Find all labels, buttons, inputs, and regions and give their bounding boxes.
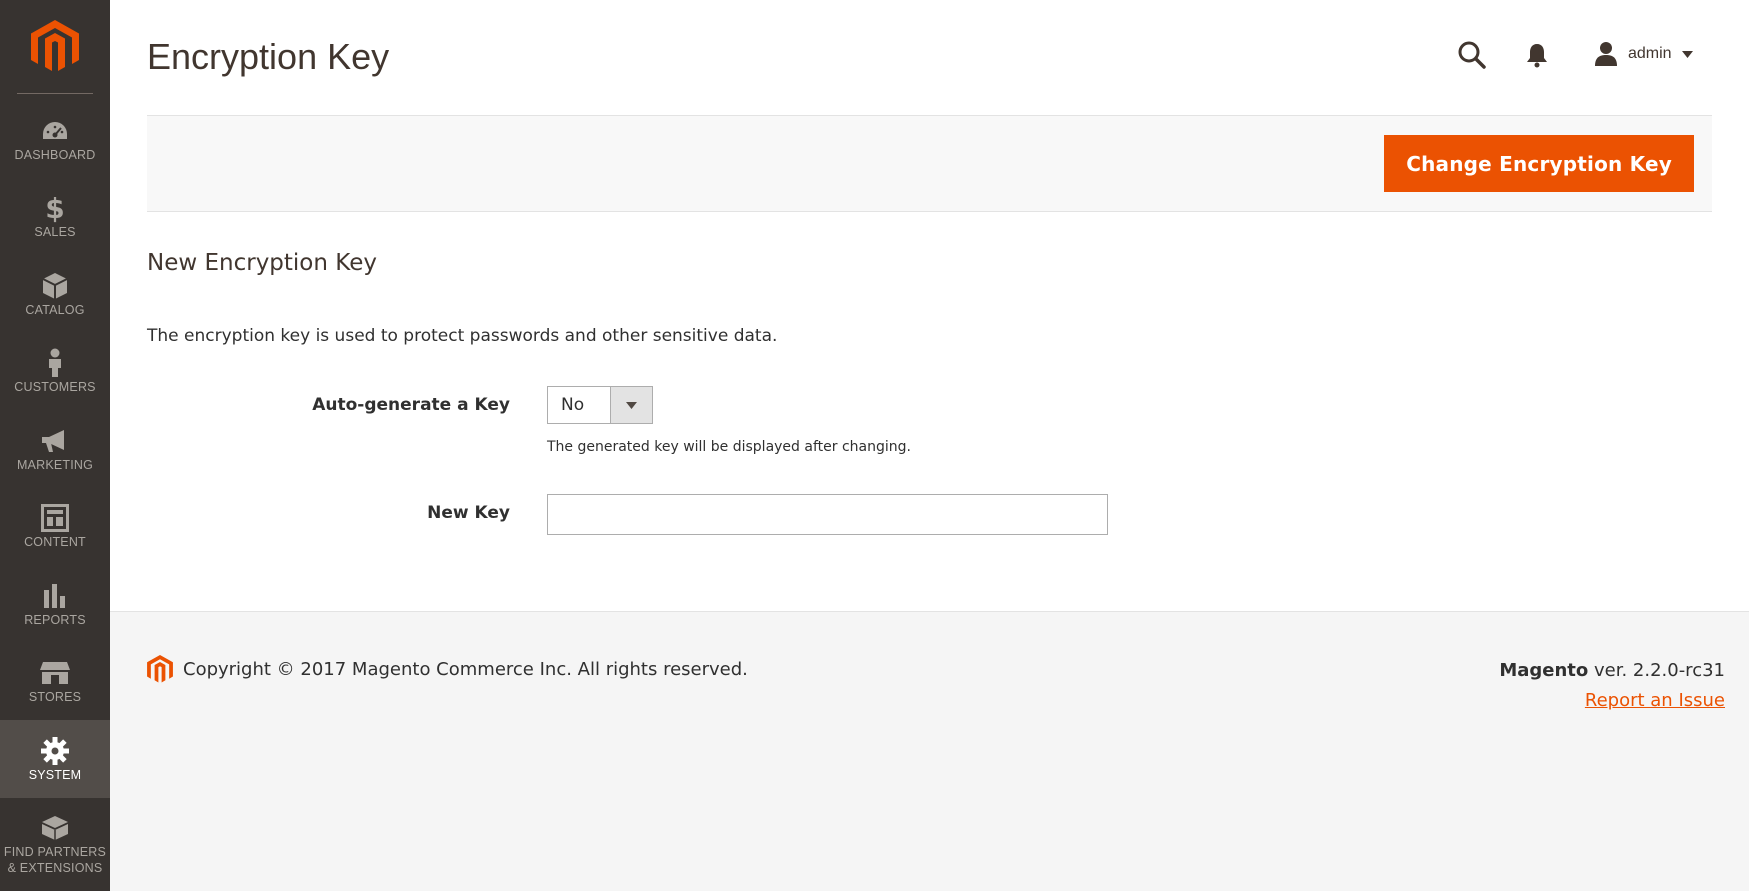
- sidebar-item-customers[interactable]: CUSTOMERS: [0, 333, 110, 411]
- select-value: No: [561, 395, 585, 415]
- magento-logo-icon: [147, 655, 173, 683]
- sidebar-item-reports[interactable]: REPORTS: [0, 565, 110, 643]
- sidebar-item-find-partners[interactable]: FIND PARTNERS & EXTENSIONS: [0, 798, 110, 890]
- sidebar-item-label: SALES: [34, 225, 76, 240]
- page-title: Encryption Key: [147, 36, 390, 77]
- notifications-button[interactable]: [1525, 42, 1549, 68]
- dashboard-gauge-icon: [40, 115, 70, 147]
- sidebar-item-label: CATALOG: [25, 302, 85, 317]
- admin-sidebar: DASHBOARD $ SALES CATALOG CUSTOMERS MARK…: [0, 0, 110, 891]
- sidebar-item-catalog[interactable]: CATALOG: [0, 255, 110, 333]
- gear-icon: [40, 735, 70, 767]
- field-note: The generated key will be displayed afte…: [547, 439, 911, 455]
- sidebar-item-content[interactable]: CONTENT: [0, 488, 110, 566]
- layout-icon: [41, 502, 69, 534]
- main-content: Encryption Key admin Change Encryption K…: [110, 0, 1749, 611]
- new-key-input[interactable]: [547, 494, 1108, 535]
- sidebar-item-system[interactable]: SYSTEM: [0, 720, 110, 798]
- global-search-button[interactable]: [1457, 40, 1487, 70]
- sidebar-item-label: MARKETING: [16, 457, 94, 472]
- bar-chart-icon: [42, 580, 68, 612]
- search-icon: [1458, 41, 1486, 69]
- version-text: ver. 2.2.0-rc31: [1588, 660, 1725, 681]
- blocks-icon: [40, 812, 70, 844]
- change-encryption-key-button[interactable]: Change Encryption Key: [1384, 135, 1694, 192]
- magento-logo[interactable]: [0, 0, 110, 92]
- sidebar-item-sales[interactable]: $ SALES: [0, 178, 110, 256]
- dollar-icon: $: [45, 191, 65, 225]
- person-icon: [46, 347, 64, 379]
- sidebar-item-label: STORES: [28, 690, 82, 705]
- page-footer: Copyright © 2017 Magento Commerce Inc. A…: [110, 611, 1749, 891]
- version-line: Magento ver. 2.2.0-rc31: [1499, 656, 1725, 686]
- sidebar-item-label: SYSTEM: [28, 767, 82, 782]
- admin-app: DASHBOARD $ SALES CATALOG CUSTOMERS MARK…: [0, 0, 1749, 891]
- sidebar-item-label: FIND PARTNERS & EXTENSIONS: [3, 844, 107, 875]
- sidebar-item-marketing[interactable]: MARKETING: [0, 410, 110, 488]
- section-description: The encryption key is used to protect pa…: [147, 326, 778, 346]
- sidebar-item-label: CUSTOMERS: [14, 380, 96, 395]
- copyright-text: Copyright © 2017 Magento Commerce Inc. A…: [183, 658, 748, 680]
- dropdown-arrow-icon: [610, 387, 652, 423]
- admin-user-menu[interactable]: admin: [1594, 40, 1693, 68]
- footer-copyright: Copyright © 2017 Magento Commerce Inc. A…: [147, 655, 748, 683]
- user-icon: [1595, 42, 1617, 66]
- sidebar-divider: [17, 93, 93, 94]
- sidebar-item-stores[interactable]: STORES: [0, 643, 110, 721]
- box-icon: [42, 270, 68, 302]
- auto-generate-label: Auto-generate a Key: [312, 395, 510, 415]
- product-name: Magento: [1499, 660, 1589, 681]
- storefront-icon: [39, 657, 71, 689]
- footer-version: Magento ver. 2.2.0-rc31 Report an Issue: [1499, 656, 1725, 716]
- new-key-label: New Key: [427, 503, 510, 523]
- sidebar-item-label: REPORTS: [24, 612, 86, 627]
- sidebar-item-dashboard[interactable]: DASHBOARD: [0, 100, 110, 178]
- admin-username: admin: [1628, 45, 1672, 62]
- sidebar-nav: DASHBOARD $ SALES CATALOG CUSTOMERS MARK…: [0, 100, 110, 890]
- chevron-down-icon: [1681, 50, 1693, 58]
- sidebar-item-label: CONTENT: [24, 535, 86, 550]
- magento-logo-icon: [31, 20, 79, 71]
- megaphone-icon: [40, 425, 70, 457]
- section-title: New Encryption Key: [147, 250, 377, 276]
- auto-generate-select[interactable]: No: [547, 386, 653, 424]
- page-actions-bar: Change Encryption Key: [147, 115, 1712, 212]
- bell-icon: [1527, 44, 1547, 68]
- sidebar-item-label: DASHBOARD: [14, 147, 96, 162]
- report-issue-link[interactable]: Report an Issue: [1585, 690, 1725, 711]
